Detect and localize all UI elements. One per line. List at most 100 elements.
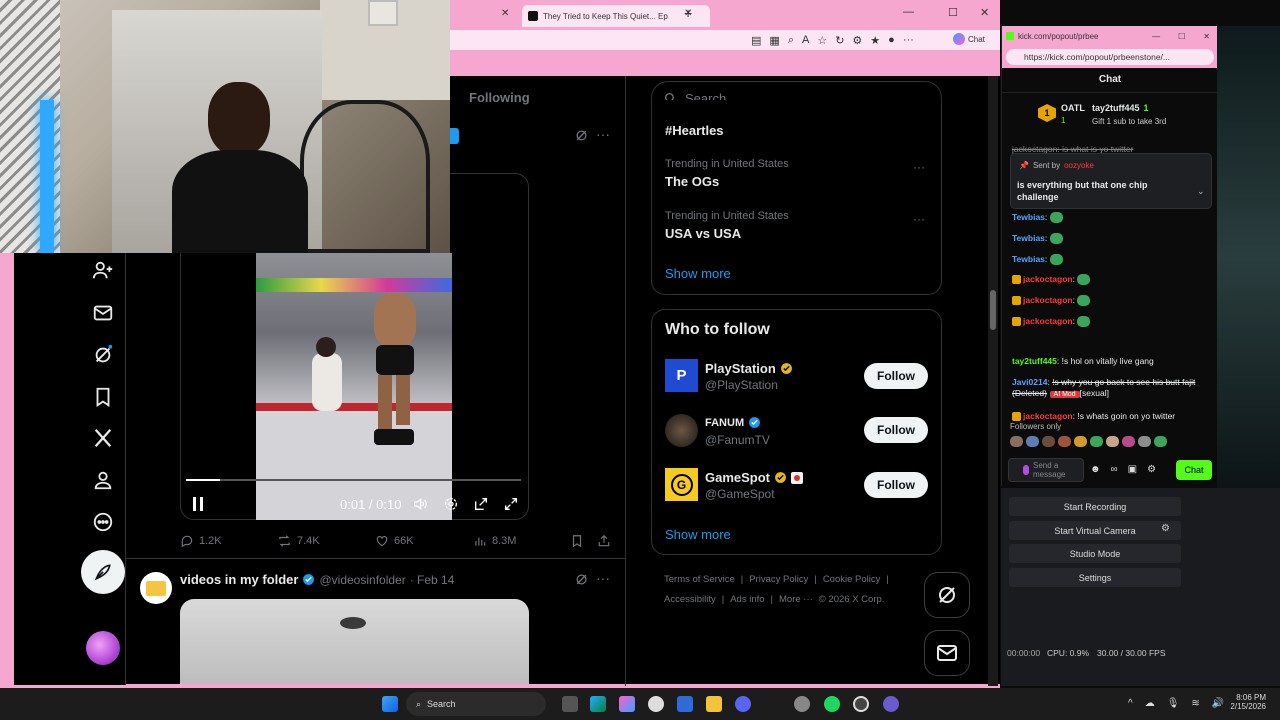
- tab-following[interactable]: Following: [469, 90, 530, 105]
- bookmarks-icon[interactable]: [88, 382, 118, 412]
- chat-username[interactable]: Tewbias: [1012, 254, 1045, 264]
- video-progress-track[interactable]: [186, 479, 521, 481]
- send-message-input[interactable]: Send a message: [1008, 458, 1084, 482]
- chat-username[interactable]: jackoctagon: [1023, 295, 1073, 305]
- fullscreen-icon[interactable]: [503, 496, 519, 512]
- post-author[interactable]: videos in my folder: [180, 572, 298, 587]
- page-scrollbar[interactable]: [988, 76, 998, 686]
- post2-more-icon[interactable]: ···: [596, 570, 610, 586]
- emote[interactable]: [1090, 436, 1103, 447]
- studio-mode-button[interactable]: Studio Mode: [1009, 544, 1181, 563]
- minimize-icon[interactable]: —: [903, 6, 914, 18]
- follow-handle-2[interactable]: @GameSpot: [705, 487, 775, 501]
- chat-message[interactable]: tay2tuff445: !s hol on vitally live gang: [1012, 356, 1210, 367]
- new-tab-icon[interactable]: +: [684, 5, 692, 21]
- chat-username[interactable]: Tewbias: [1012, 233, 1045, 243]
- follow-button-fanum[interactable]: Follow: [864, 417, 928, 443]
- kick-window-controls[interactable]: — ☐ ✕: [1152, 32, 1210, 41]
- tab-close-icon[interactable]: ✕: [501, 8, 509, 19]
- trend-more-icon-2[interactable]: ···: [913, 212, 925, 226]
- copilot-button[interactable]: Chat: [953, 33, 985, 45]
- chat-username[interactable]: Javi0214: [1012, 377, 1047, 387]
- follow-button-playstation[interactable]: Follow: [864, 363, 928, 389]
- chat-username[interactable]: jackoctagon: [1023, 411, 1073, 421]
- grid-icon[interactable]: ▦: [769, 34, 779, 47]
- reply-action[interactable]: 1.2K: [180, 534, 222, 548]
- menu-icon[interactable]: ···: [903, 34, 914, 47]
- messages-fab[interactable]: [924, 630, 970, 676]
- pause-icon[interactable]: [191, 496, 205, 512]
- store-icon[interactable]: [677, 696, 693, 712]
- footer-terms[interactable]: Terms of Service: [664, 574, 735, 585]
- follower-emote-row[interactable]: [1010, 436, 1210, 450]
- start-virtual-camera-button[interactable]: Start Virtual Camera: [1009, 521, 1181, 540]
- trend-title-0[interactable]: #Heartles: [665, 123, 724, 138]
- chat-message[interactable]: Tewbias:: [1012, 233, 1210, 245]
- grok-post2-icon[interactable]: [574, 572, 589, 587]
- profile-icon[interactable]: [88, 465, 118, 495]
- virtual-camera-settings-icon[interactable]: ⚙: [1161, 523, 1170, 534]
- trending-show-more[interactable]: Show more: [665, 266, 731, 281]
- gift-icon[interactable]: ▣: [1128, 464, 1137, 475]
- mic-icon[interactable]: 🎙: [1167, 698, 1180, 709]
- volume-icon[interactable]: 🔊: [1212, 698, 1224, 709]
- emote[interactable]: [1106, 436, 1119, 447]
- grok-fab[interactable]: [924, 572, 970, 618]
- read-aloud-icon[interactable]: A: [802, 34, 809, 47]
- browser-tab[interactable]: They Tried to Keep This Quiet... Ep: [522, 5, 710, 27]
- settings-icon[interactable]: [443, 496, 459, 512]
- chat-username[interactable]: jackoctagon: [1023, 274, 1073, 284]
- trend-title-2[interactable]: USA vs USA: [665, 226, 741, 241]
- maximize-icon[interactable]: ☐: [948, 6, 958, 19]
- chat-message[interactable]: jackoctagon:: [1012, 274, 1210, 286]
- footer-accessibility[interactable]: Accessibility: [664, 594, 716, 605]
- collections-icon[interactable]: ★: [870, 34, 880, 47]
- follow-handle-1[interactable]: @FanumTV: [705, 433, 770, 447]
- wifi-icon[interactable]: ≋: [1191, 698, 1199, 709]
- start-recording-button[interactable]: Start Recording: [1009, 497, 1181, 516]
- post-media[interactable]: [180, 599, 529, 684]
- clock[interactable]: 8:06 PM 2/15/2026: [1226, 693, 1266, 711]
- post-more-icon[interactable]: ···: [596, 126, 610, 142]
- file-explorer-icon[interactable]: [706, 696, 722, 712]
- compose-post-button[interactable]: [81, 550, 125, 594]
- emote[interactable]: [1010, 436, 1023, 447]
- refresh-icon[interactable]: ↻: [835, 34, 844, 47]
- follow-icon[interactable]: [88, 255, 118, 285]
- chat-message[interactable]: jackoctagon: !s whats goin on yo twitter: [1012, 411, 1210, 422]
- follow-show-more[interactable]: Show more: [665, 527, 731, 542]
- app-icon[interactable]: [648, 696, 664, 712]
- emote[interactable]: [1122, 436, 1135, 447]
- chat-message[interactable]: Javi0214: !s why you go back to see his …: [1012, 377, 1210, 400]
- trend-title-1[interactable]: The OGs: [665, 174, 719, 189]
- share-icon[interactable]: [597, 534, 611, 548]
- pinned-message[interactable]: 📌 Sent by oozyoke is everything but that o…: [1010, 153, 1212, 209]
- edge-icon[interactable]: [590, 696, 606, 712]
- views-action[interactable]: 8.3M: [473, 534, 516, 548]
- dock-icon[interactable]: [473, 496, 489, 512]
- close-icon[interactable]: ✕: [1203, 32, 1210, 41]
- messages-icon[interactable]: [88, 298, 118, 328]
- address-bar[interactable]: [449, 30, 1000, 50]
- follow-name-1[interactable]: FANUM: [705, 416, 761, 429]
- footer-ads[interactable]: Ads info: [730, 594, 764, 605]
- chat-username[interactable]: tay2tuff445: [1012, 356, 1057, 366]
- post-handle[interactable]: @videosinfolder: [319, 573, 405, 587]
- gift-prompt[interactable]: Gift 1 sub to take 3rd: [1092, 117, 1166, 126]
- chat-username[interactable]: jackoctagon: [1023, 316, 1073, 326]
- emote[interactable]: [1138, 436, 1151, 447]
- extensions-icon[interactable]: ⚙: [852, 34, 862, 47]
- kick-url[interactable]: https://kick.com/popout/prbeenstone/...: [1006, 49, 1214, 65]
- playstation-avatar[interactable]: P: [665, 359, 698, 392]
- pinned-expand-icon[interactable]: ⌄: [1197, 186, 1205, 197]
- reader-icon[interactable]: ▤: [751, 34, 761, 47]
- bookmark-icon[interactable]: [570, 534, 584, 548]
- emote[interactable]: [1154, 436, 1167, 447]
- discord-icon[interactable]: [735, 696, 751, 712]
- chat-message[interactable]: Tewbias:: [1012, 254, 1210, 266]
- follow-handle-0[interactable]: @PlayStation: [705, 378, 778, 392]
- author-avatar[interactable]: [140, 572, 172, 604]
- footer-privacy[interactable]: Privacy Policy: [749, 574, 808, 585]
- chat-send-button[interactable]: Chat: [1176, 460, 1212, 480]
- task-view-icon[interactable]: [562, 696, 578, 712]
